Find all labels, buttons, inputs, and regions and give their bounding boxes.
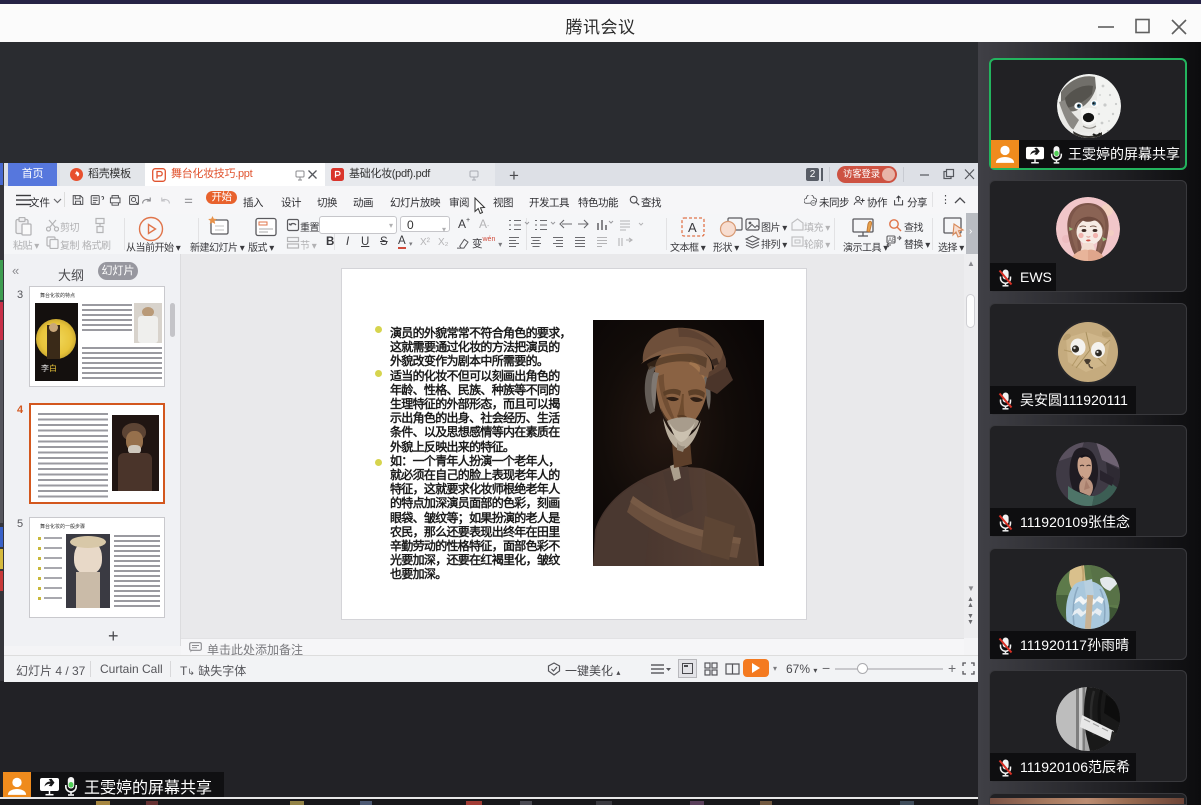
svg-text:A: A bbox=[688, 220, 697, 235]
svg-text:AB: AB bbox=[888, 238, 896, 244]
